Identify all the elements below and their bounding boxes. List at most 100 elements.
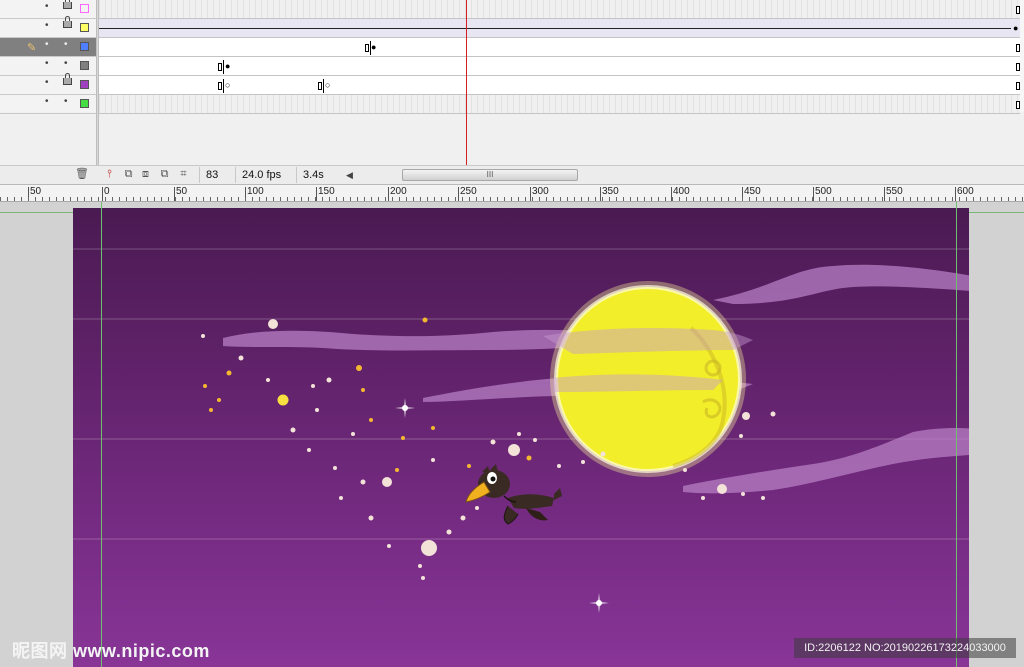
ruler-minor-tick bbox=[945, 197, 946, 201]
ruler-label: 150 bbox=[318, 186, 335, 197]
keyframe-dot-empty[interactable]: ○ bbox=[325, 81, 330, 90]
stage-canvas[interactable] bbox=[73, 208, 969, 667]
lock-dot-icon[interactable]: • bbox=[64, 96, 68, 107]
scroll-left-arrow-icon[interactable]: ◀ bbox=[346, 168, 353, 182]
keyframe-bar bbox=[323, 79, 324, 93]
layer-row[interactable]: • bbox=[0, 16, 96, 38]
ruler-minor-tick bbox=[462, 197, 463, 201]
keyframe-end[interactable] bbox=[1016, 6, 1020, 14]
timeline-scrollbar[interactable]: ◀ III bbox=[346, 168, 1022, 182]
frame-row-motion[interactable]: ● bbox=[99, 19, 1020, 38]
lock-icon[interactable] bbox=[63, 16, 72, 28]
layer-row[interactable]: • • bbox=[0, 57, 96, 76]
ruler-minor-tick bbox=[63, 197, 64, 201]
frame-row[interactable] bbox=[99, 95, 1020, 114]
visibility-dot-icon[interactable]: • bbox=[45, 20, 49, 31]
ruler-minor-tick bbox=[735, 197, 736, 201]
ruler-minor-tick bbox=[609, 197, 610, 201]
ruler-minor-tick bbox=[987, 197, 988, 201]
ruler-minor-tick bbox=[49, 197, 50, 201]
layer-row-active[interactable]: ✎ • • bbox=[0, 38, 96, 57]
layer-outline-color[interactable] bbox=[80, 61, 89, 70]
scrollbar-thumb[interactable]: III bbox=[402, 169, 578, 181]
ruler-minor-tick bbox=[448, 197, 449, 201]
pencil-icon: ✎ bbox=[27, 42, 37, 54]
keyframe-end[interactable] bbox=[318, 82, 322, 90]
frame-row[interactable] bbox=[99, 0, 1020, 19]
frame-row[interactable]: ○ ○ bbox=[99, 76, 1020, 95]
layer-outline-color[interactable] bbox=[80, 42, 89, 51]
lock-icon[interactable] bbox=[63, 73, 72, 85]
ruler-minor-tick bbox=[672, 197, 673, 201]
ruler-minor-tick bbox=[588, 197, 589, 201]
ruler-minor-tick bbox=[553, 197, 554, 201]
keyframe-end[interactable] bbox=[218, 82, 222, 90]
modify-markers-icon[interactable]: ⌗ bbox=[178, 169, 189, 180]
ruler-minor-tick bbox=[56, 197, 57, 201]
ruler-label: 300 bbox=[532, 186, 549, 197]
lock-icon[interactable] bbox=[63, 0, 72, 9]
playhead[interactable] bbox=[466, 0, 467, 165]
ruler-minor-tick bbox=[707, 197, 708, 201]
lock-dot-icon[interactable]: • bbox=[64, 58, 68, 69]
ruler-minor-tick bbox=[350, 197, 351, 201]
ruler-major-tick bbox=[102, 187, 103, 201]
frame-row[interactable]: ● bbox=[99, 57, 1020, 76]
ruler-minor-tick bbox=[203, 197, 204, 201]
ruler-major-tick bbox=[388, 187, 389, 201]
frames-grid[interactable]: ● ● ● ○ ○ bbox=[99, 0, 1024, 114]
ruler-minor-tick bbox=[994, 197, 995, 201]
ruler-major-tick bbox=[458, 187, 459, 201]
keyframe-end[interactable] bbox=[218, 63, 222, 71]
layer-row[interactable]: • • bbox=[0, 95, 96, 114]
visibility-dot-icon[interactable]: • bbox=[45, 96, 49, 107]
edit-multiple-frames-icon[interactable]: ⧉ bbox=[159, 169, 170, 180]
onion-skin-icon[interactable]: ⧉ bbox=[123, 169, 134, 180]
layer-outline-color[interactable] bbox=[80, 99, 89, 108]
onion-skin-outlines-icon[interactable]: ⧈ bbox=[140, 169, 151, 180]
layer-row[interactable]: • bbox=[0, 73, 96, 95]
keyframe-end[interactable] bbox=[1016, 63, 1020, 71]
keyframe-end[interactable] bbox=[1016, 101, 1020, 109]
keyframe-dot-empty[interactable]: ○ bbox=[225, 81, 230, 90]
guide-vertical[interactable] bbox=[101, 202, 102, 667]
ruler-minor-tick bbox=[973, 197, 974, 201]
layer-row[interactable]: • bbox=[0, 0, 96, 19]
guide-vertical[interactable] bbox=[956, 202, 957, 667]
keyframe-end[interactable] bbox=[365, 44, 369, 52]
layer-outline-color[interactable] bbox=[80, 4, 89, 13]
layer-outline-color[interactable] bbox=[80, 23, 89, 32]
keyframe-dot[interactable]: ● bbox=[1013, 24, 1018, 33]
ruler-minor-tick bbox=[413, 197, 414, 201]
trash-icon[interactable]: 🗑 bbox=[75, 169, 89, 180]
keyframe-dot[interactable]: ● bbox=[371, 43, 376, 52]
ruler-minor-tick bbox=[952, 197, 953, 201]
keyframe-end[interactable] bbox=[1016, 82, 1020, 90]
keyframe-dot[interactable]: ● bbox=[225, 62, 230, 71]
frame-row-active[interactable]: ● bbox=[99, 38, 1020, 57]
ruler-minor-tick bbox=[483, 197, 484, 201]
ruler-minor-tick bbox=[21, 197, 22, 201]
ruler-minor-tick bbox=[819, 197, 820, 201]
ruler-minor-tick bbox=[602, 197, 603, 201]
ruler-minor-tick bbox=[826, 197, 827, 201]
visibility-dot-icon[interactable]: • bbox=[45, 77, 49, 88]
visibility-dot-icon[interactable]: • bbox=[45, 58, 49, 69]
watermark-id: ID:2206122 NO:20190226173224033000 bbox=[794, 638, 1016, 658]
ruler-minor-tick bbox=[686, 197, 687, 201]
visibility-dot-icon[interactable]: • bbox=[45, 1, 49, 12]
scene-artwork bbox=[73, 248, 969, 613]
ruler-minor-tick bbox=[658, 197, 659, 201]
lock-dot-icon[interactable]: • bbox=[64, 39, 68, 50]
ruler-minor-tick bbox=[301, 197, 302, 201]
ruler-label: 250 bbox=[460, 186, 477, 197]
ruler-minor-tick bbox=[7, 197, 8, 201]
keyframe-bar bbox=[223, 79, 224, 93]
layer-list: • • ✎ • • • • • • • bbox=[0, 0, 96, 114]
keyframe-end[interactable] bbox=[1016, 44, 1020, 52]
pasteboard[interactable] bbox=[0, 202, 1024, 667]
ruler-minor-tick bbox=[532, 197, 533, 201]
center-frame-icon[interactable]: ⫯ bbox=[104, 169, 115, 180]
visibility-dot-icon[interactable]: • bbox=[45, 39, 49, 50]
layer-outline-color[interactable] bbox=[80, 80, 89, 89]
